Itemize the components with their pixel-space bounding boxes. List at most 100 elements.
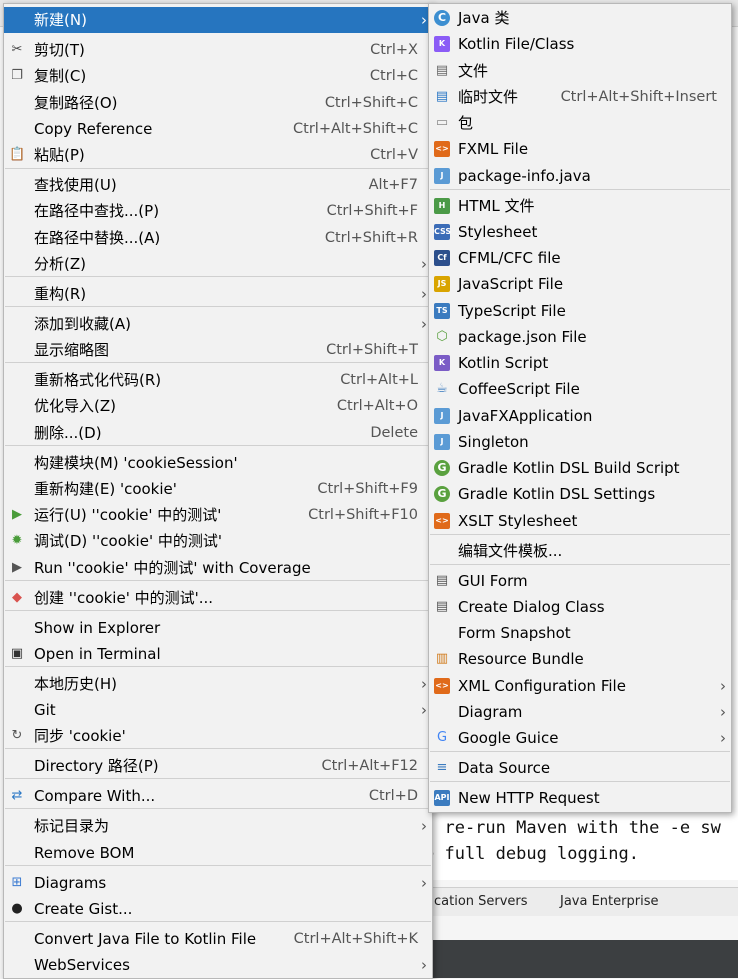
new-item-create-dialog-class[interactable]: ▤ Create Dialog Class (429, 594, 731, 620)
menu-item-directory-路径-p[interactable]: Directory 路径(P) Ctrl+Alt+F12 (4, 753, 432, 779)
menu-item-remove-bom[interactable]: Remove BOM (4, 840, 432, 866)
context-menu: 新建(N) › ✂ 剪切(T) Ctrl+X ❐ 复制(C) Ctrl+C 复制路径(O) Ctr… (3, 3, 433, 979)
menu-item-label: Resource Bundle (458, 650, 584, 668)
new-item-kotlin-file-class[interactable]: K Kotlin File/Class (429, 31, 731, 57)
new-item-html-文件[interactable]: H HTML 文件 (429, 193, 731, 219)
new-item-singleton[interactable]: J Singleton (429, 429, 731, 455)
new-item-google-guice[interactable]: G Google Guice › (429, 725, 731, 751)
menu-item-label: 优化导入(Z) (34, 397, 116, 415)
menu-item-同步-cookie[interactable]: ↻ 同步 'cookie' (4, 723, 432, 749)
menu-item-label: 分析(Z) (34, 255, 86, 273)
menu-item-shortcut: Alt+F7 (368, 177, 418, 193)
menu-item-webservices[interactable]: WebServices › (4, 952, 432, 978)
menu-item-label: 包 (458, 114, 474, 132)
menu-item-label: Compare With... (34, 787, 156, 805)
new-item-java-类[interactable]: C Java 类 (429, 5, 731, 31)
new-item-diagram[interactable]: Diagram › (429, 699, 731, 725)
menu-item-粘贴-p[interactable]: 📋 粘贴(P) Ctrl+V (4, 142, 432, 168)
menu-item-在路径中查找-p[interactable]: 在路径中查找...(P) Ctrl+Shift+F (4, 198, 432, 224)
menu-item-create-gist[interactable]: ● Create Gist... (4, 896, 432, 922)
new-item-new-http-request[interactable]: API New HTTP Request (429, 785, 731, 811)
menu-item-label: New HTTP Request (458, 789, 600, 807)
new-item-javafxapplication[interactable]: J JavaFXApplication (429, 403, 731, 429)
menu-item-show-in-explorer[interactable]: Show in Explorer (4, 615, 432, 641)
coffeescript-icon: ☕ (436, 381, 448, 396)
menu-item-compare-with[interactable]: ⇄ Compare With... Ctrl+D (4, 783, 432, 809)
css-icon: CSS (434, 224, 451, 240)
chevron-right-icon: › (421, 675, 427, 693)
new-item-文件[interactable]: ▤ 文件 (429, 58, 731, 84)
new-item-stylesheet[interactable]: CSS Stylesheet (429, 219, 731, 245)
menu-item-运行-u-cookie-中的测试[interactable]: ▶ 运行(U) ''cookie' 中的测试' Ctrl+Shift+F10 (4, 502, 432, 528)
new-item-typescript-file[interactable]: TS TypeScript File (429, 298, 731, 324)
menu-item-复制-c[interactable]: ❐ 复制(C) Ctrl+C (4, 63, 432, 89)
menu-item-label: Convert Java File to Kotlin File (34, 930, 257, 948)
new-item-gui-form[interactable]: ▤ GUI Form (429, 568, 731, 594)
menu-item-label: 在路径中替换...(A) (34, 229, 161, 247)
menu-item-open-in-terminal[interactable]: ▣ Open in Terminal (4, 641, 432, 667)
javafx-icon: J (434, 408, 450, 424)
menu-item-label: Gradle Kotlin DSL Build Script (458, 459, 680, 477)
tool-tab-java-enterprise[interactable]: Java Enterprise (560, 894, 658, 909)
menu-item-创建-cookie-中的测试[interactable]: ◆ 创建 ''cookie' 中的测试'... (4, 585, 432, 611)
menu-item-显示缩略图[interactable]: 显示缩略图 Ctrl+Shift+T (4, 337, 432, 363)
menu-item-分析-z[interactable]: 分析(Z) › (4, 251, 432, 277)
new-item-gradle-kotlin-dsl-build-script[interactable]: G Gradle Kotlin DSL Build Script (429, 455, 731, 481)
new-item-包[interactable]: ▭ 包 (429, 110, 731, 136)
menu-item-label: Stylesheet (458, 223, 538, 241)
new-item-package-json-file[interactable]: ⬡ package.json File (429, 324, 731, 350)
menu-item-convert-java-file-to-kotlin-file[interactable]: Convert Java File to Kotlin File Ctrl+Alt… (4, 926, 432, 952)
menu-item-label: GUI Form (458, 572, 528, 590)
new-item-form-snapshot[interactable]: Form Snapshot (429, 620, 731, 646)
menu-item-本地历史-h[interactable]: 本地历史(H) › (4, 671, 432, 697)
menu-item-git[interactable]: Git › (4, 697, 432, 723)
compare-icon: ⇄ (11, 788, 23, 803)
menu-item-优化导入-z[interactable]: 优化导入(Z) Ctrl+Alt+O (4, 393, 432, 419)
new-item-kotlin-script[interactable]: K Kotlin Script (429, 350, 731, 376)
menu-item-copy-reference[interactable]: Copy Reference Ctrl+Alt+Shift+C (4, 116, 432, 142)
menu-item-shortcut: Ctrl+Shift+R (324, 230, 418, 246)
new-item-resource-bundle[interactable]: ▥ Resource Bundle (429, 646, 731, 672)
new-item-临时文件[interactable]: ▤ 临时文件 Ctrl+Alt+Shift+Insert (429, 84, 731, 110)
menu-item-查找使用-u[interactable]: 查找使用(U) Alt+F7 (4, 172, 432, 198)
new-submenu: C Java 类 K Kotlin File/Class ▤ 文件 ▤ 临时文件 Ctrl+Al… (428, 3, 732, 813)
menu-separator (430, 751, 730, 752)
menu-separator (5, 168, 431, 169)
new-item-data-source[interactable]: ≡ Data Source (429, 755, 731, 781)
menu-item-调试-d-cookie-中的测试[interactable]: ✹ 调试(D) ''cookie' 中的测试' (4, 528, 432, 554)
new-item-xslt-stylesheet[interactable]: <> XSLT Stylesheet (429, 508, 731, 534)
menu-item-添加到收藏-a[interactable]: 添加到收藏(A) › (4, 311, 432, 337)
menu-item-label: Diagrams (34, 874, 107, 892)
file-icon: ▤ (435, 63, 449, 78)
new-item-fxml-file[interactable]: <> FXML File (429, 136, 731, 162)
menu-item-diagrams[interactable]: ⊞ Diagrams › (4, 870, 432, 896)
nodejs-icon: ⬡ (436, 329, 448, 344)
menu-item-run-cookie-中的测试-with-coverage[interactable]: ▶ Run ''cookie' 中的测试' with Coverage (4, 555, 432, 581)
new-item-cfml-cfc-file[interactable]: Cf CFML/CFC file (429, 245, 731, 271)
new-item-coffeescript-file[interactable]: ☕ CoffeeScript File (429, 376, 731, 402)
menu-item-构建模块-m-cookiesession[interactable]: 构建模块(M) 'cookieSession' (4, 450, 432, 476)
menu-item-剪切-t[interactable]: ✂ 剪切(T) Ctrl+X (4, 37, 432, 63)
menu-item-标记目录为[interactable]: 标记目录为 › (4, 813, 432, 839)
menu-item-重新构建-e-cookie[interactable]: 重新构建(E) 'cookie' Ctrl+Shift+F9 (4, 476, 432, 502)
new-item-javascript-file[interactable]: JS JavaScript File (429, 271, 731, 297)
new-item-gradle-kotlin-dsl-settings[interactable]: G Gradle Kotlin DSL Settings (429, 481, 731, 507)
run-icon: ▶ (12, 507, 22, 522)
new-item-编辑文件模板[interactable]: 编辑文件模板... (429, 538, 731, 564)
new-item-xml-configuration-file[interactable]: <> XML Configuration File › (429, 673, 731, 699)
coverage-icon: ▶ (12, 560, 22, 575)
menu-item-删除-d[interactable]: 删除...(D) Delete (4, 420, 432, 446)
menu-item-shortcut: Ctrl+X (370, 42, 418, 58)
menu-item-label: 同步 'cookie' (34, 727, 126, 745)
menu-item-重新格式化代码-r[interactable]: 重新格式化代码(R) Ctrl+Alt+L (4, 367, 432, 393)
menu-item-shortcut: Ctrl+Alt+L (340, 372, 418, 388)
menu-item-label: 创建 ''cookie' 中的测试'... (34, 589, 214, 607)
menu-item-在路径中替换-a[interactable]: 在路径中替换...(A) Ctrl+Shift+R (4, 225, 432, 251)
dialog-class-icon: ▤ (435, 599, 449, 614)
menu-item-重构-r[interactable]: 重构(R) › (4, 281, 432, 307)
menu-item-label: package.json File (458, 328, 587, 346)
tool-tab-app-servers[interactable]: cation Servers (434, 894, 528, 909)
menu-item-新建-n[interactable]: 新建(N) › (4, 7, 432, 33)
new-item-package-info-java[interactable]: Jpackage-info.java (429, 163, 731, 189)
menu-item-复制路径-o[interactable]: 复制路径(O) Ctrl+Shift+C (4, 90, 432, 116)
